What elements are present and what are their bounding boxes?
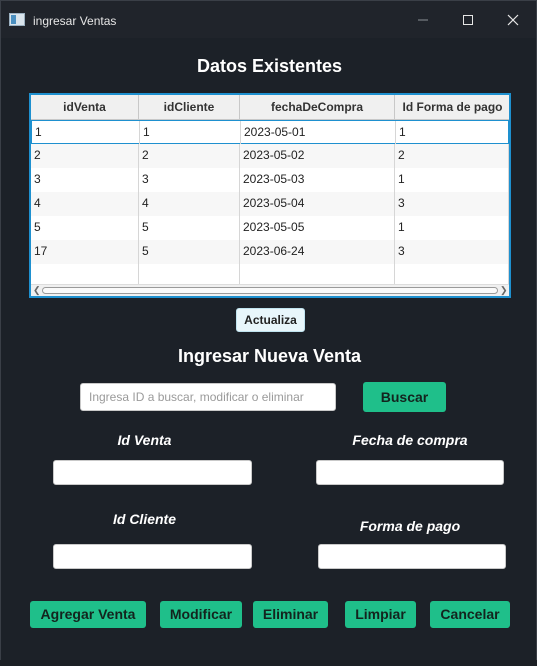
cell-idventa: 3 [31, 168, 139, 192]
refresh-button[interactable]: Actualiza [236, 308, 305, 332]
add-sale-button[interactable]: Agregar Venta [30, 601, 146, 628]
horizontal-scrollbar[interactable]: ❮ ❯ [31, 284, 509, 296]
id-cliente-label: Id Cliente [112, 511, 176, 527]
cell-idcliente: 4 [139, 192, 240, 216]
table-row[interactable]: 2 2 2023-05-02 2 [31, 144, 509, 168]
background-console-strip [0, 660, 537, 666]
cell-idventa: 2 [31, 144, 139, 168]
cell-idcliente: 5 [139, 240, 240, 264]
cell-idventa: 4 [31, 192, 139, 216]
id-cliente-field[interactable] [53, 544, 252, 569]
title-bar: ingresar Ventas [1, 1, 536, 38]
cell-forma-pago: 1 [396, 121, 509, 145]
table-row[interactable]: 17 5 2023-06-24 3 [31, 240, 509, 264]
cell-fecha: 2023-06-24 [240, 240, 395, 264]
cell-forma-pago: 1 [395, 168, 509, 192]
search-input[interactable] [80, 383, 336, 411]
modify-button[interactable]: Modificar [160, 601, 242, 628]
scrollbar-thumb[interactable] [42, 287, 498, 294]
cell-forma-pago: 3 [395, 192, 509, 216]
delete-button[interactable]: Eliminar [253, 601, 328, 628]
fecha-compra-label: Fecha de compra [352, 432, 468, 448]
table-row[interactable]: 4 4 2023-05-04 3 [31, 192, 509, 216]
cell-idcliente: 3 [139, 168, 240, 192]
id-venta-label: Id Venta [117, 432, 172, 448]
minimize-button[interactable] [400, 1, 446, 38]
forma-pago-label: Forma de pago [359, 518, 461, 534]
cancel-button[interactable]: Cancelar [430, 601, 510, 628]
minimize-icon [418, 19, 428, 20]
table-row[interactable]: 3 3 2023-05-03 1 [31, 168, 509, 192]
existing-data-heading: Datos Existentes [196, 56, 343, 76]
app-icon [9, 13, 25, 26]
ventas-table[interactable]: idVenta idCliente fechaDeCompra Id Forma… [29, 93, 511, 298]
table-row[interactable]: 1 1 2023-05-01 1 [31, 120, 509, 145]
column-header-forma-pago[interactable]: Id Forma de pago [395, 95, 509, 120]
close-button[interactable] [490, 1, 536, 38]
cell-idventa: 1 [32, 121, 140, 145]
fecha-compra-field[interactable] [316, 460, 504, 485]
scroll-left-icon[interactable]: ❮ [33, 285, 41, 296]
cell-fecha: 2023-05-01 [241, 121, 396, 145]
cell-idventa: 17 [31, 240, 139, 264]
cell-idcliente: 5 [139, 216, 240, 240]
table-header: idVenta idCliente fechaDeCompra Id Forma… [31, 95, 509, 120]
new-sale-heading: Ingresar Nueva Venta [177, 346, 362, 366]
cell-fecha: 2023-05-04 [240, 192, 395, 216]
cell-forma-pago: 3 [395, 240, 509, 264]
cell-idcliente: 1 [140, 121, 241, 145]
table-row[interactable]: 5 5 2023-05-05 1 [31, 216, 509, 240]
maximize-icon [463, 14, 473, 25]
column-header-idventa[interactable]: idVenta [31, 95, 139, 120]
maximize-button[interactable] [445, 1, 491, 38]
window-title: ingresar Ventas [33, 14, 117, 28]
cell-forma-pago: 2 [395, 144, 509, 168]
cell-fecha: 2023-05-02 [240, 144, 395, 168]
close-icon [507, 14, 519, 25]
cell-fecha: 2023-05-03 [240, 168, 395, 192]
scroll-right-icon[interactable]: ❯ [500, 285, 508, 296]
column-header-fechadecompra[interactable]: fechaDeCompra [240, 95, 395, 120]
cell-idventa: 5 [31, 216, 139, 240]
cell-fecha: 2023-05-05 [240, 216, 395, 240]
app-window: ingresar Ventas Datos Existentes idVenta… [0, 0, 537, 662]
clear-button[interactable]: Limpiar [345, 601, 416, 628]
cell-forma-pago: 1 [395, 216, 509, 240]
search-button[interactable]: Buscar [363, 382, 446, 412]
id-venta-field[interactable] [53, 460, 252, 485]
column-header-idcliente[interactable]: idCliente [139, 95, 240, 120]
cell-idcliente: 2 [139, 144, 240, 168]
forma-pago-field[interactable] [318, 544, 506, 569]
